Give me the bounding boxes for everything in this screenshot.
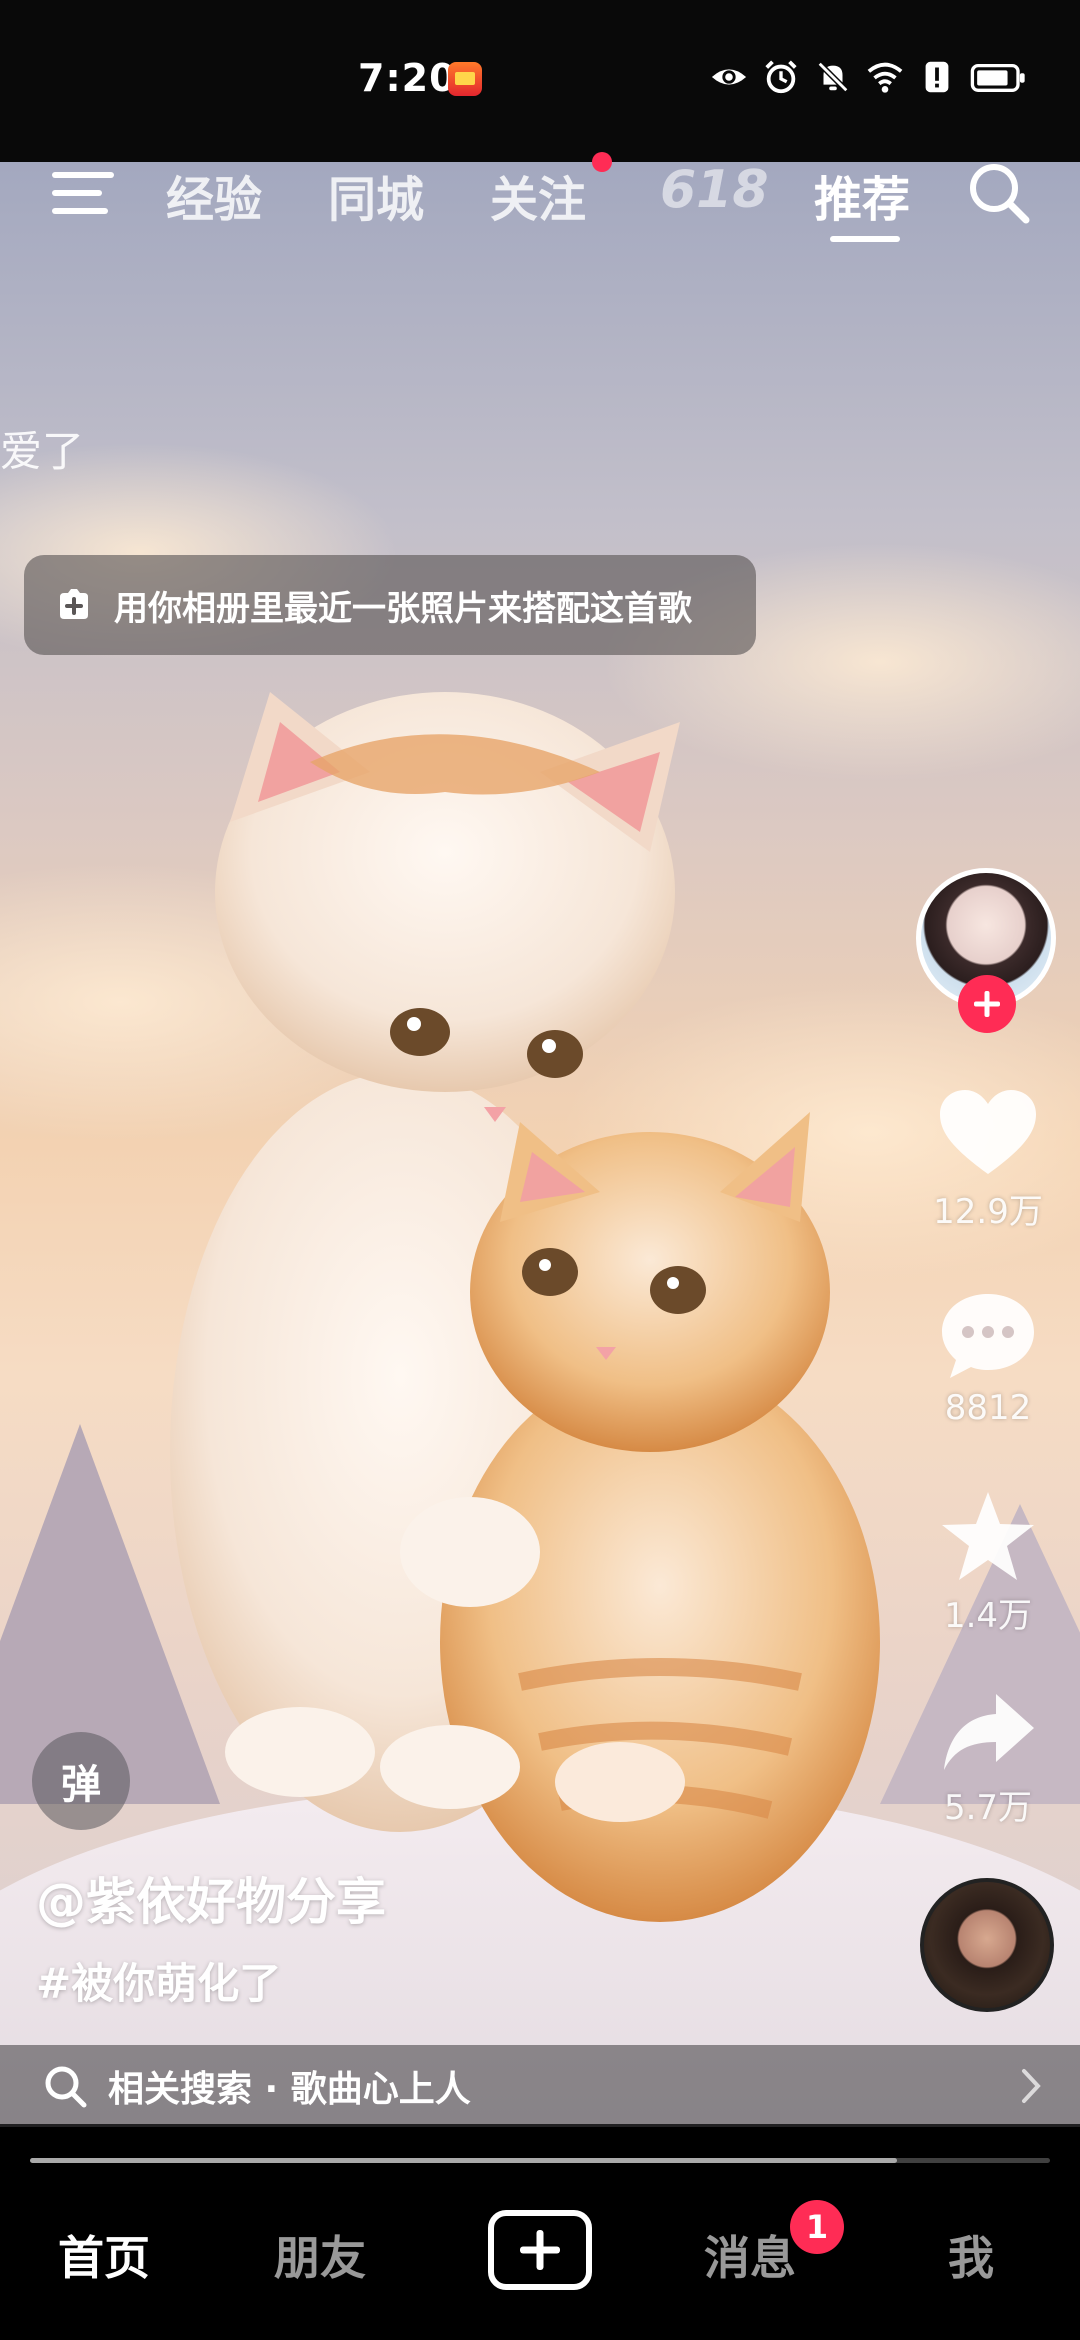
follow-button[interactable]	[958, 975, 1016, 1033]
video-progress-fill	[30, 2158, 897, 2163]
wifi-icon	[867, 62, 903, 93]
comment-count: 8812	[944, 1388, 1032, 1428]
tab-local[interactable]: 同城	[328, 160, 424, 230]
tab-recommend[interactable]: 推荐	[814, 160, 910, 230]
messages-badge: 1	[790, 2200, 844, 2254]
music-photo-prompt[interactable]: 用你相册里最近一张照片来搭配这首歌	[24, 555, 756, 655]
following-unread-dot	[592, 152, 612, 172]
related-search-text: 相关搜索 · 歌曲心上人	[108, 2069, 471, 2110]
bell-mute-icon	[817, 61, 849, 93]
status-time: 7:20	[358, 56, 457, 100]
status-bar: 7:20	[0, 0, 1080, 162]
like-button[interactable]: 12.9万	[926, 1088, 1050, 1233]
share-icon	[944, 1694, 1034, 1770]
tab-618[interactable]: 618	[660, 160, 769, 220]
favorite-button[interactable]: 1.4万	[926, 1490, 1050, 1637]
music-prompt-text: 用你相册里最近一张照片来搭配这首歌	[114, 588, 692, 629]
heart-icon	[940, 1090, 1036, 1174]
nav-messages[interactable]: 消息	[704, 2222, 796, 2288]
tab-following[interactable]: 关注	[490, 160, 586, 230]
search-icon	[45, 2066, 87, 2108]
active-tab-indicator	[830, 236, 900, 242]
nav-friends[interactable]: 朋友	[274, 2222, 366, 2288]
alarm-icon	[765, 60, 797, 94]
comment-button[interactable]: 8812	[926, 1290, 1050, 1428]
battery-icon	[970, 63, 1025, 92]
share-button[interactable]: 5.7万	[926, 1690, 1050, 1829]
search-icon[interactable]	[964, 158, 1034, 228]
app-notification-icon	[448, 62, 482, 96]
share-count: 5.7万	[943, 1788, 1033, 1828]
tab-experience[interactable]: 经验	[166, 160, 262, 230]
nav-me[interactable]: 我	[948, 2222, 994, 2288]
nav-home[interactable]: 首页	[58, 2222, 150, 2288]
author-name[interactable]: @紫依好物分享	[36, 1862, 386, 1934]
comment-icon	[942, 1294, 1034, 1378]
like-count: 12.9万	[933, 1192, 1043, 1232]
status-icons	[710, 58, 1028, 96]
create-button[interactable]	[488, 2210, 592, 2290]
danmu-toggle-button[interactable]: 弹	[32, 1732, 130, 1830]
star-icon	[942, 1492, 1034, 1580]
chevron-right-icon	[1022, 2069, 1041, 2103]
alert-icon	[925, 61, 949, 93]
favorite-count: 1.4万	[943, 1596, 1033, 1636]
video-progress-bar[interactable]	[30, 2158, 1050, 2163]
eye-icon	[711, 69, 747, 85]
music-disc-avatar[interactable]	[920, 1878, 1054, 2012]
hashtag[interactable]: #被你萌化了	[36, 1950, 281, 2011]
video-frame[interactable]	[0, 162, 1080, 2124]
kittens-illustration	[170, 692, 880, 1922]
menu-icon[interactable]	[52, 168, 114, 218]
partial-comment-text: 爱了	[0, 427, 85, 476]
add-photo-icon	[60, 589, 88, 619]
related-search-bar[interactable]: 相关搜索 · 歌曲心上人	[0, 2045, 1080, 2127]
